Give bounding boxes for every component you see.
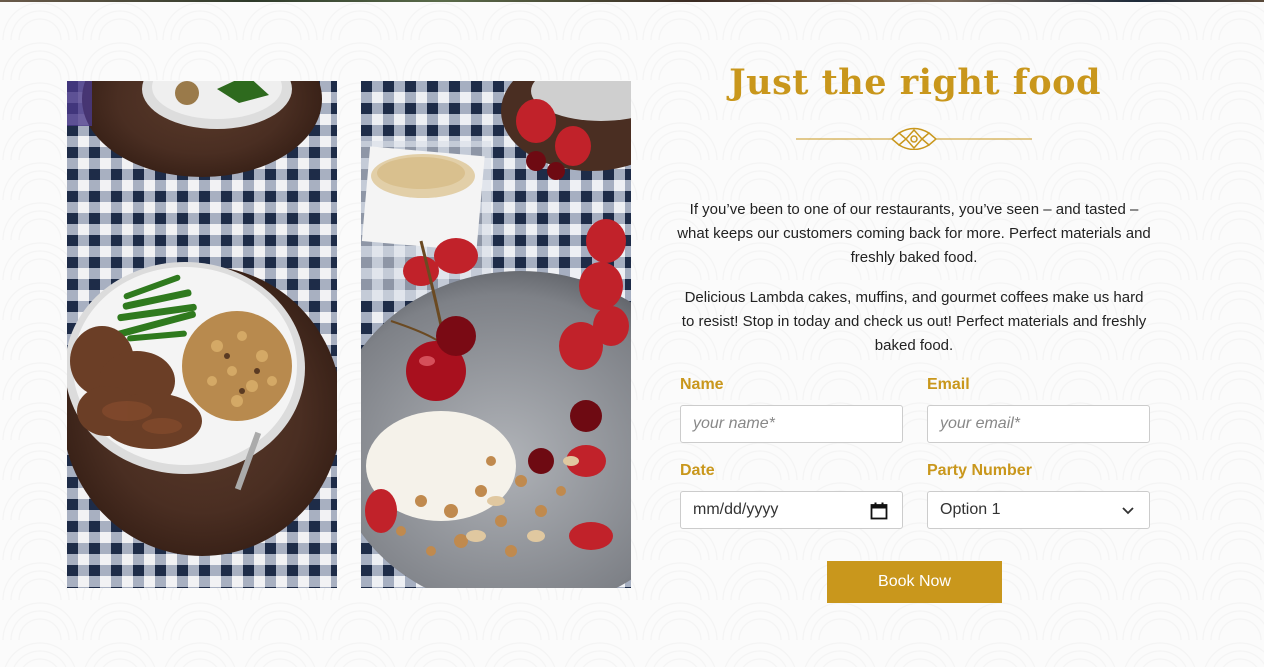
date-label: Date <box>680 462 715 479</box>
food-photo-left <box>67 81 337 588</box>
date-input[interactable]: mm/dd/yyyy <box>680 491 903 529</box>
email-input[interactable]: your email* <box>927 405 1150 443</box>
top-image-strip <box>0 0 1264 2</box>
calendar-icon[interactable] <box>870 502 888 520</box>
name-placeholder: your name* <box>693 415 775 432</box>
secondary-paragraph: Delicious Lambda cakes, muffins, and gou… <box>681 289 1147 354</box>
email-placeholder: your email* <box>940 415 1021 432</box>
intro-paragraph: If you’ve been to one of our restaurants… <box>677 201 1151 266</box>
email-label: Email <box>927 376 970 393</box>
party-number-label: Party Number <box>927 462 1032 479</box>
party-number-select[interactable]: Option 1 <box>927 491 1150 529</box>
food-photo-right <box>361 81 631 588</box>
party-number-selected: Option 1 <box>940 501 1001 518</box>
name-input[interactable]: your name* <box>680 405 903 443</box>
name-label: Name <box>680 376 724 393</box>
section-title: Just the right food <box>729 62 1101 103</box>
date-placeholder: mm/dd/yyyy <box>693 501 779 518</box>
chevron-down-icon <box>1122 507 1134 515</box>
ornament-divider-icon <box>796 127 1032 150</box>
book-now-button[interactable]: Book Now <box>827 561 1002 603</box>
